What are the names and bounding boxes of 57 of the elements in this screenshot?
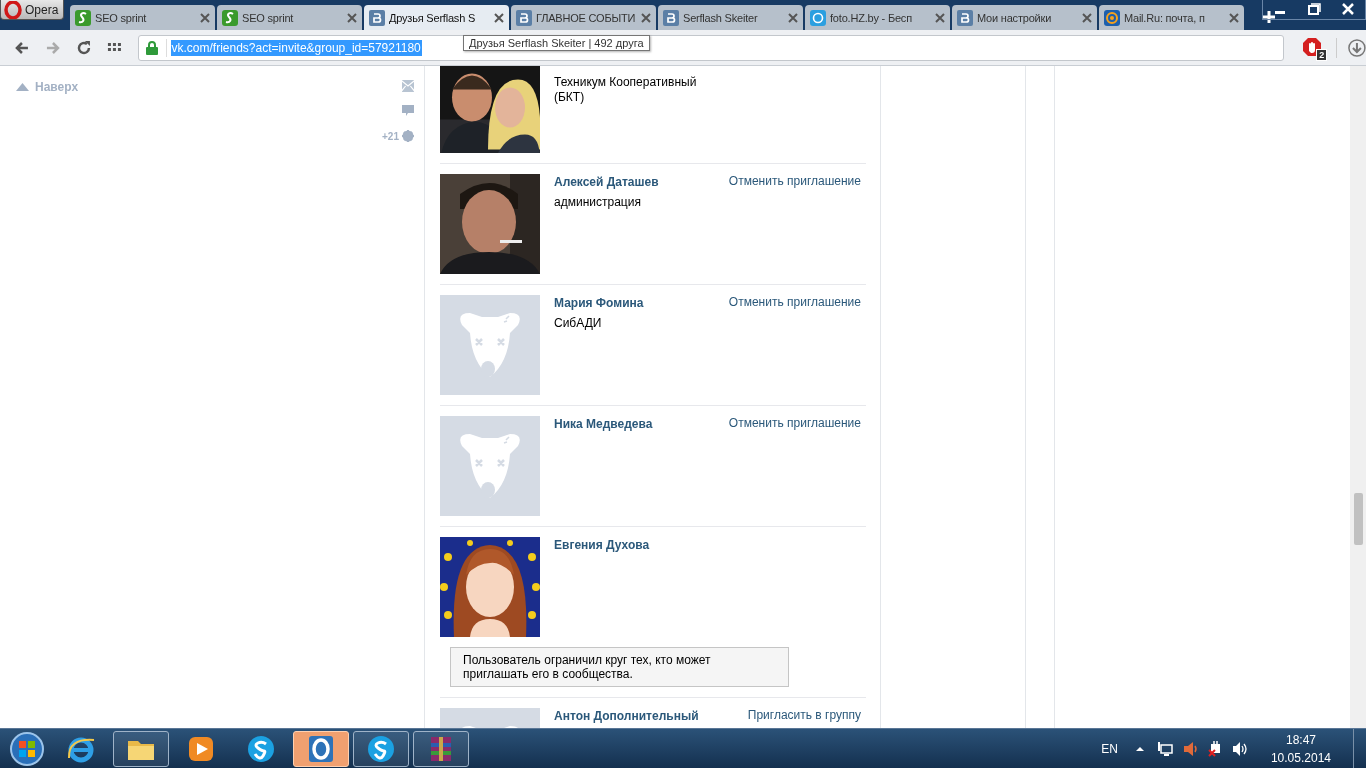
vk-logo-icon xyxy=(516,9,532,26)
s-logo-icon xyxy=(222,9,238,26)
opera-logo-icon xyxy=(4,0,22,19)
opera-icon xyxy=(306,733,336,764)
taskbar-button[interactable] xyxy=(353,730,409,767)
lock-icon xyxy=(145,40,158,55)
clock-date[interactable]: 10.05.2014 xyxy=(1270,748,1331,767)
vk-logo-icon xyxy=(663,9,679,26)
start-button-icon[interactable] xyxy=(9,730,45,767)
browser-tab[interactable]: Мои настройки xyxy=(952,5,1097,30)
friend-info: администрация xyxy=(554,195,642,210)
taskbar-button[interactable] xyxy=(113,730,169,767)
browser-tab[interactable]: SEO sprint xyxy=(70,5,215,30)
avatar-placeholder-icon xyxy=(440,295,540,395)
download-icon[interactable] xyxy=(1348,38,1366,57)
invite-action-link[interactable]: Отменить приглашение xyxy=(728,416,861,430)
friend-name-link[interactable]: Алексей Даташев xyxy=(554,175,714,189)
browser-tab[interactable]: SEO sprint xyxy=(217,5,362,30)
browser-tab[interactable]: foto.HZ.by - Бесп xyxy=(805,5,950,30)
restriction-notice: Пользователь ограничил круг тех, кто может приглашать его в сообщества. xyxy=(450,647,789,687)
taskbar-button[interactable] xyxy=(293,730,349,767)
invite-action-link[interactable]: Отменить приглашение xyxy=(728,174,861,188)
plus-icon[interactable] xyxy=(1262,10,1276,24)
at-sign-icon xyxy=(1104,9,1120,26)
volume-icon[interactable] xyxy=(1231,740,1248,757)
friend-name-link[interactable]: Мария Фомина xyxy=(554,296,714,310)
network-icon[interactable] xyxy=(1156,740,1173,757)
reload-icon[interactable] xyxy=(75,39,92,56)
browser-tab[interactable]: Mail.Ru: почта, п xyxy=(1099,5,1244,30)
browser-tab[interactable]: Друзья Serflash S xyxy=(364,5,509,30)
invite-action-link[interactable]: Пригласить в группу xyxy=(747,708,861,722)
browser-tab[interactable]: ГЛАВНОЕ СОБЫТИ xyxy=(511,5,656,30)
camera-logo-icon xyxy=(810,9,826,26)
clock-time[interactable]: 18:47 xyxy=(1285,730,1316,749)
power-plug-icon[interactable] xyxy=(1206,740,1223,757)
friend-info: Техникум Кооперативный (БКТ) xyxy=(554,75,698,105)
browser-tab[interactable]: Serflash Skeiter xyxy=(658,5,803,30)
counter-text: +21 xyxy=(382,130,399,142)
skype-icon xyxy=(246,733,276,764)
skype-icon xyxy=(366,733,396,764)
friend-name-link[interactable]: Ника Медведева xyxy=(554,417,714,431)
language-indicator[interactable]: EN xyxy=(1101,741,1118,756)
tooltip: Друзья Serflash Skeiter | 492 друга xyxy=(463,35,650,51)
speaker-icon[interactable] xyxy=(1181,740,1198,757)
invite-action-link[interactable]: Отменить приглашение xyxy=(728,295,861,309)
scrollbar[interactable] xyxy=(1350,66,1366,728)
friend-name-link[interactable]: Антон Дополнительный xyxy=(554,709,714,723)
friend-info: СибАДИ xyxy=(554,316,603,331)
s-logo-icon xyxy=(75,9,91,26)
opera-menu-button[interactable]: Opera xyxy=(0,0,64,20)
friend-name-link[interactable]: Евгения Духова xyxy=(554,538,714,552)
vk-logo-icon xyxy=(369,9,385,26)
adblock-icon[interactable]: 2 xyxy=(1302,36,1325,59)
up-triangle-icon xyxy=(16,83,29,91)
close-icon[interactable] xyxy=(494,12,504,23)
avatar-placeholder-icon xyxy=(440,416,540,516)
vk-logo-icon xyxy=(957,9,973,26)
